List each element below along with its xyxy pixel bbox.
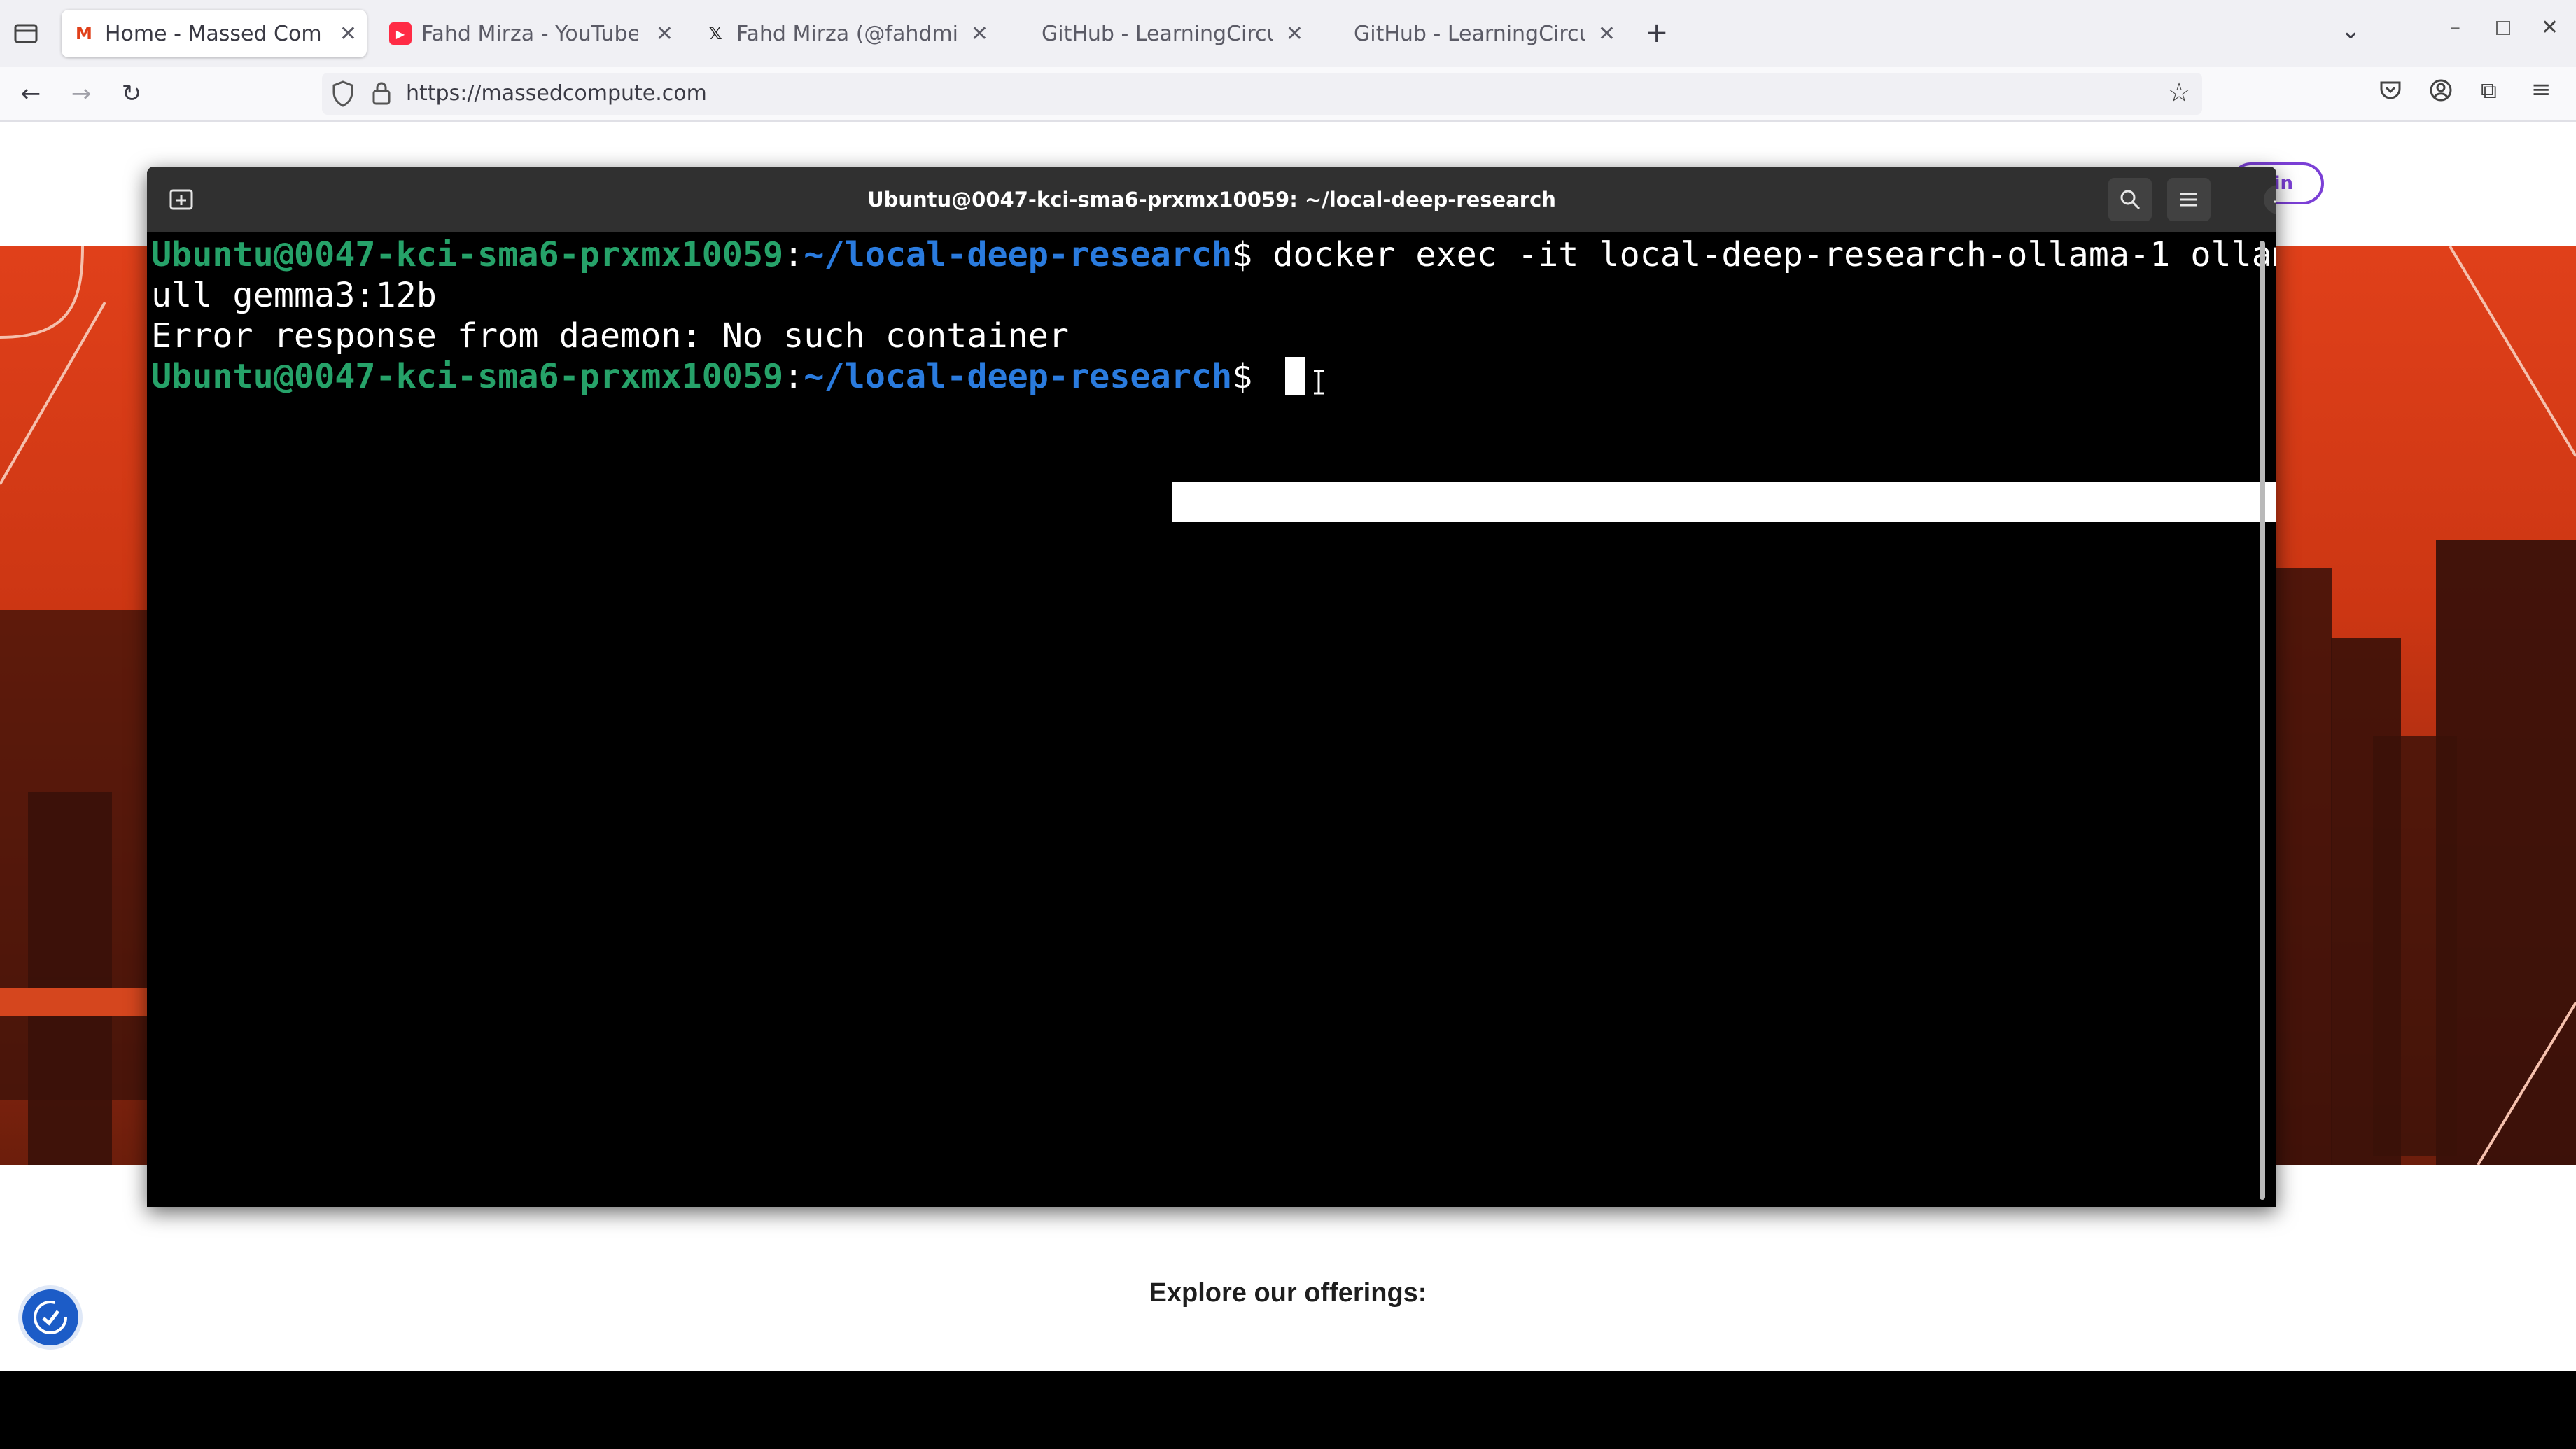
menu-icon[interactable]: ≡ xyxy=(2531,76,2552,104)
terminal-cursor xyxy=(1285,357,1306,395)
close-icon[interactable]: ✕ xyxy=(340,22,357,46)
x-icon: 𝕏 xyxy=(708,24,722,43)
extensions-icon[interactable]: ⧉ xyxy=(2481,77,2497,104)
tab-list-icon[interactable] xyxy=(13,21,41,46)
terminal-window[interactable]: Ubuntu@0047-kci-sma6-prxmx10059: ~/local… xyxy=(147,167,2276,1207)
error-text: Error response from daemon: No such cont… xyxy=(151,316,1070,356)
tab-github-1[interactable]: GitHub - LearningCircuit/ ✕ xyxy=(1008,10,1313,57)
bottom-bar xyxy=(0,1371,2576,1449)
tab-massed-compute[interactable]: M Home - Massed Compute ✕ xyxy=(62,10,367,57)
tab-title: GitHub - LearningCircuit/ xyxy=(1042,21,1273,46)
close-icon[interactable]: ✕ xyxy=(656,22,673,46)
terminal-line-command: Ubuntu@0047-kci-sma6-prxmx10059:~/local-… xyxy=(151,234,2276,275)
error-text-selected: : local-deep-research-ollama-1 xyxy=(1069,316,1681,356)
terminal-line-error: Error response from daemon: No such cont… xyxy=(151,316,1681,356)
prompt-path: ~/local-deep-research xyxy=(804,357,1233,396)
reload-icon[interactable]: ↻ xyxy=(115,78,148,109)
hamburger-menu-icon[interactable] xyxy=(2167,178,2211,221)
tab-title: Fahd Mirza (@fahdmirza xyxy=(736,21,960,46)
close-window-icon[interactable]: ✕ xyxy=(2541,15,2558,40)
terminal-header-bar[interactable]: Ubuntu@0047-kci-sma6-prxmx10059: ~/local… xyxy=(147,167,2276,232)
terminal-line-command-wrap: ull gemma3:12b xyxy=(151,276,437,315)
massed-compute-icon: M xyxy=(76,24,92,43)
url-text[interactable]: https://massedcompute.com xyxy=(406,78,707,109)
prompt-user: Ubuntu@0047-kci-sma6-prxmx10059 xyxy=(151,357,784,396)
back-icon[interactable]: ← xyxy=(14,78,48,109)
browser-tab-bar: M Home - Massed Compute ✕ ▶ Fahd Mirza -… xyxy=(0,0,2576,67)
shield-icon[interactable] xyxy=(332,80,354,111)
tab-title: Fahd Mirza - YouTube xyxy=(421,21,638,46)
terminal-output[interactable]: Ubuntu@0047-kci-sma6-prxmx10059:~/local-… xyxy=(151,232,2276,1198)
github-icon xyxy=(1019,22,1032,45)
terminal-scrollbar[interactable] xyxy=(2260,241,2265,1200)
command-text: docker exec -it local-deep-research-olla… xyxy=(1273,235,2276,274)
youtube-icon: ▶ xyxy=(389,22,412,45)
explore-heading: Explore our offerings: xyxy=(1149,1278,1427,1308)
new-tab-button[interactable]: + xyxy=(1645,17,1669,49)
terminal-title: Ubuntu@0047-kci-sma6-prxmx10059: ~/local… xyxy=(867,188,1556,211)
forward-icon[interactable]: → xyxy=(64,78,98,109)
pocket-icon[interactable] xyxy=(2379,78,2402,105)
prompt-path: ~/local-deep-research xyxy=(804,235,1233,274)
list-all-tabs-icon[interactable]: ⌄ xyxy=(2341,17,2361,45)
github-icon xyxy=(1331,22,1344,45)
tab-github-2[interactable]: GitHub - LearningCircuit/ ✕ xyxy=(1320,10,1625,57)
restore-window-icon[interactable] xyxy=(2496,21,2510,35)
bookmark-star-icon[interactable]: ☆ xyxy=(2167,77,2191,108)
minimize-window-icon[interactable]: – xyxy=(2450,15,2460,40)
tab-x-fahdmirza[interactable]: 𝕏 Fahd Mirza (@fahdmirza ✕ xyxy=(693,10,998,57)
terminal-line-prompt: Ubuntu@0047-kci-sma6-prxmx10059:~/local-… xyxy=(151,356,1306,397)
close-icon[interactable]: ✕ xyxy=(971,22,988,46)
tab-title: Home - Massed Compute xyxy=(105,21,322,46)
account-icon[interactable] xyxy=(2429,78,2453,105)
text-cursor-icon xyxy=(1312,368,1326,399)
accessibility-icon[interactable] xyxy=(18,1285,83,1350)
tab-youtube[interactable]: ▶ Fahd Mirza - YouTube ✕ xyxy=(378,10,683,57)
search-icon[interactable] xyxy=(2108,178,2152,221)
lock-icon[interactable] xyxy=(371,80,392,109)
close-icon[interactable]: ✕ xyxy=(1286,22,1303,46)
tab-title: GitHub - LearningCircuit/ xyxy=(1354,21,1585,46)
prompt-user: Ubuntu@0047-kci-sma6-prxmx10059 xyxy=(151,235,784,274)
close-icon[interactable]: ✕ xyxy=(1598,22,1616,46)
